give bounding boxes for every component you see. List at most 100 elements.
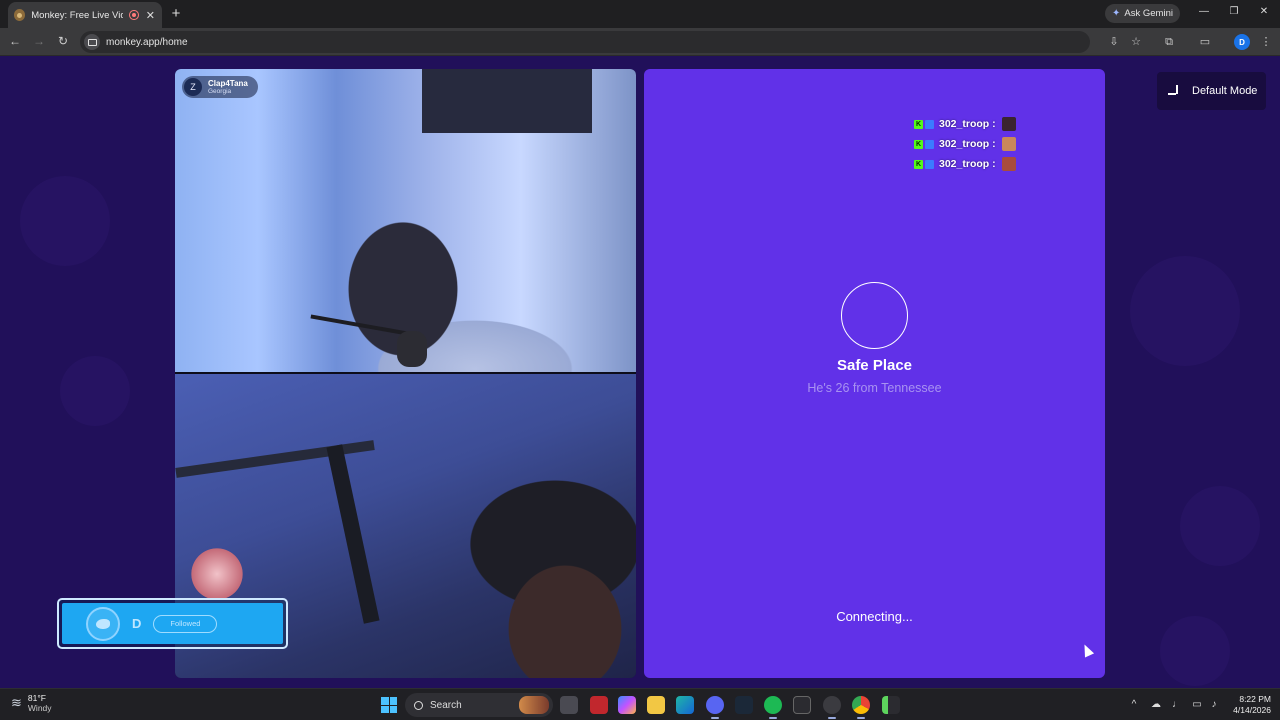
match-description: He's 26 from Tennessee: [807, 381, 942, 395]
chat-username: 302_troop :: [939, 118, 996, 130]
browser-menu-icon[interactable]: ⋮: [1259, 35, 1273, 49]
adobe-acrobat-icon[interactable]: [590, 696, 608, 714]
tab-title: Monkey: Free Live Video Ch: [31, 9, 124, 21]
site-info-icon[interactable]: [84, 34, 100, 50]
chat-message: K 302_troop :: [914, 154, 1016, 174]
monkey-favicon-icon: [14, 9, 26, 21]
search-highlight-icon: [519, 696, 549, 714]
url-text: monkey.app/home: [106, 36, 188, 48]
background-blob: [1160, 616, 1230, 686]
recording-icon: [129, 10, 139, 20]
weather-widget[interactable]: ≋ 81°F Windy: [11, 693, 52, 713]
monkey-app-page: Z Clap4Tana Georgia D Followed K 302_tro…: [0, 56, 1280, 688]
close-tab-icon[interactable]: ✕: [145, 9, 156, 22]
remote-user-chip[interactable]: Z Clap4Tana Georgia: [182, 76, 258, 98]
chat-message: K 302_troop :: [914, 114, 1016, 134]
browser-tab[interactable]: Monkey: Free Live Video Ch ✕: [8, 2, 162, 28]
tab-search-icon[interactable]: ▭: [1198, 35, 1212, 49]
background-blob: [1180, 486, 1260, 566]
microphone-icon[interactable]: ♩: [1170, 699, 1184, 710]
background-blob: [60, 356, 130, 426]
chrome-icon[interactable]: [852, 696, 870, 719]
window-close-icon[interactable]: ✕: [1257, 6, 1271, 17]
windows-start-icon[interactable]: [381, 697, 397, 713]
twitter-letter: D: [132, 616, 142, 631]
spotify-icon[interactable]: [764, 696, 782, 719]
back-arrow-icon[interactable]: ←: [7, 34, 23, 48]
network-icon[interactable]: ▭: [1190, 699, 1204, 710]
weather-temp: 81°F: [27, 693, 46, 703]
chatgpt-icon[interactable]: [823, 696, 841, 719]
steam-icon[interactable]: [735, 696, 753, 714]
chat-emote-icon: [1001, 117, 1016, 131]
tray-overflow-icon[interactable]: ^: [1127, 699, 1141, 710]
forward-arrow-icon[interactable]: →: [31, 34, 47, 48]
search-icon: [414, 700, 423, 710]
video-background-object: [187, 544, 247, 604]
bookmark-star-icon[interactable]: ☆: [1129, 35, 1143, 49]
safe-place-title: Safe Place: [836, 357, 913, 374]
connecting-panel: K 302_troop : K 302_troop : K 302_troop …: [644, 69, 1105, 678]
video-panel: Z Clap4Tana Georgia: [175, 69, 636, 678]
kick-badge-icon: K: [914, 139, 923, 149]
task-view-icon[interactable]: [560, 696, 578, 714]
connecting-status: Connecting...: [836, 609, 913, 624]
reload-icon[interactable]: ↻: [55, 34, 71, 48]
collapse-icon: [1168, 83, 1184, 99]
minimize-icon[interactable]: —: [1197, 6, 1211, 17]
xbox-icon[interactable]: [793, 696, 811, 714]
chat-message: K 302_troop :: [914, 134, 1016, 154]
weather-condition: Windy: [27, 703, 52, 713]
clock-date: 4/14/2026: [1233, 705, 1271, 715]
video-background-object: [397, 331, 427, 367]
loading-ring-icon: [841, 282, 908, 349]
wind-icon: ≋: [11, 695, 22, 710]
onedrive-icon[interactable]: ☁: [1149, 699, 1163, 710]
file-explorer-icon[interactable]: [647, 696, 665, 714]
chat-username: 302_troop :: [939, 138, 996, 150]
discord-icon[interactable]: [706, 696, 724, 719]
profile-avatar[interactable]: D: [1234, 34, 1250, 50]
ask-gemini-button[interactable]: ✦ Ask Gemini: [1105, 4, 1180, 23]
subscriber-badge-icon: [925, 159, 934, 169]
ask-gemini-label: Ask Gemini: [1124, 8, 1173, 19]
kick-badge-icon: K: [914, 159, 923, 169]
chat-overlay: K 302_troop : K 302_troop : K 302_troop …: [914, 114, 1016, 174]
new-tab-button[interactable]: +: [168, 5, 184, 22]
volume-icon[interactable]: ♪: [1207, 699, 1221, 710]
extensions-icon[interactable]: ⧉: [1162, 35, 1176, 49]
chat-emote-icon: [1001, 157, 1016, 171]
search-label: Search: [430, 699, 462, 711]
remote-video-feed: [175, 69, 636, 372]
browser-tab-bar: Monkey: Free Live Video Ch ✕ + ✦ Ask Gem…: [0, 0, 1280, 28]
video-background-object: [422, 69, 592, 133]
background-blob: [1130, 256, 1240, 366]
chat-username: 302_troop :: [939, 158, 996, 170]
game-app-icon[interactable]: [882, 696, 900, 714]
twitter-bird-icon: [86, 606, 120, 641]
maximize-icon[interactable]: ❐: [1227, 6, 1241, 17]
taskbar: ≋ 81°F Windy Search ^ ☁ ♩ ▭ ♪ 8:22 PM 4/…: [0, 688, 1280, 720]
taskbar-clock[interactable]: 8:22 PM 4/14/2026: [1227, 694, 1271, 716]
clock-time: 8:22 PM: [1239, 694, 1271, 704]
chat-emote-icon: [1001, 137, 1016, 151]
remote-location: Georgia: [208, 87, 232, 95]
copilot-icon[interactable]: [618, 696, 636, 714]
default-mode-label: Default Mode: [1192, 85, 1258, 97]
user-avatar: Z: [184, 78, 202, 96]
url-field[interactable]: monkey.app/home: [80, 31, 1090, 53]
kick-badge-icon: K: [914, 119, 923, 129]
default-mode-button[interactable]: Default Mode: [1157, 72, 1266, 110]
twitter-follow-widget[interactable]: D Followed: [57, 598, 288, 649]
followed-button[interactable]: Followed: [153, 614, 218, 633]
taskbar-search[interactable]: Search: [405, 693, 553, 717]
subscriber-badge-icon: [925, 139, 934, 149]
twitter-follow-inner: D Followed: [62, 603, 283, 644]
edge-icon[interactable]: [676, 696, 694, 714]
subscriber-badge-icon: [925, 119, 934, 129]
remote-username: Clap4Tana: [208, 78, 248, 88]
background-blob: [20, 176, 110, 266]
address-bar: ← → ↻ monkey.app/home ⇩ ☆ ⧉ ▭ D ⋮: [0, 28, 1280, 56]
install-app-icon[interactable]: ⇩: [1107, 35, 1121, 49]
video-background-object: [326, 444, 380, 624]
